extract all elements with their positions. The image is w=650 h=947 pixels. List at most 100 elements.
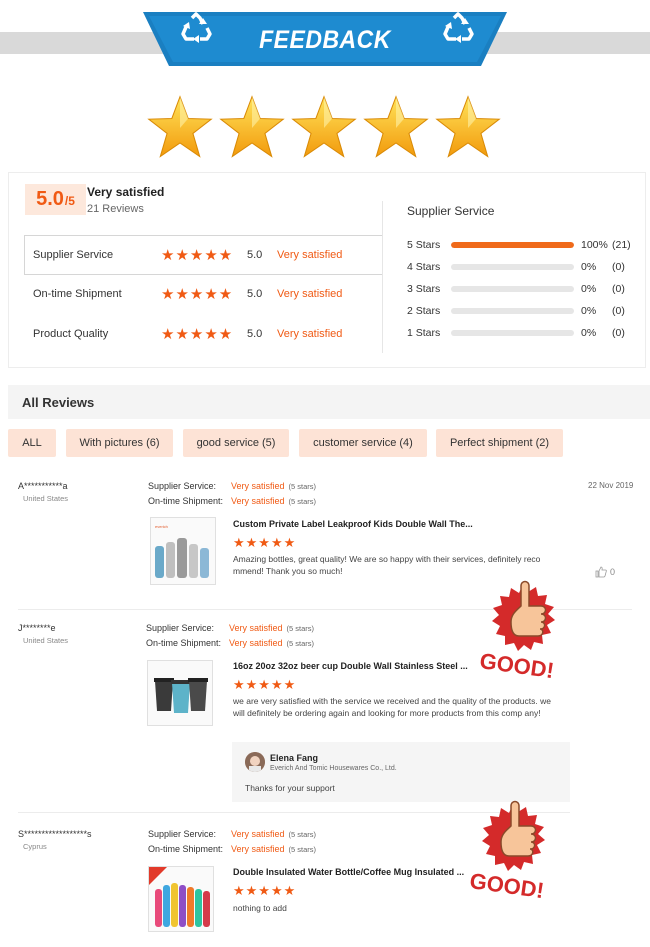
- shipment-rating: On-time Shipment: Very satisfied (5 star…: [146, 638, 314, 649]
- distribution-bar: [451, 242, 574, 248]
- all-reviews-header: All Reviews: [8, 385, 650, 419]
- all-reviews-title: All Reviews: [22, 395, 95, 410]
- meta-label: On-time Shipment:: [148, 844, 224, 854]
- score-value: 5.0: [36, 188, 64, 210]
- star-level-label: 5 Stars: [407, 239, 441, 251]
- summary-divider: [382, 201, 383, 353]
- reviewer-name: J********e: [18, 623, 56, 633]
- category-value: 5.0: [247, 249, 263, 261]
- filter-chip-all[interactable]: ALL: [8, 429, 56, 457]
- star-level-label: 4 Stars: [407, 261, 441, 273]
- meta-value: Very satisfied: [231, 496, 285, 506]
- meta-label: Supplier Service:: [148, 481, 217, 491]
- meta-value: Very satisfied: [229, 623, 283, 633]
- category-stars: ★★★★★: [161, 326, 234, 343]
- rating-summary: 5.0/5 Very satisfied 21 Reviews Supplier…: [8, 172, 646, 368]
- review-text: we are very satisfied with the service w…: [233, 696, 551, 718]
- category-text: Very satisfied: [277, 328, 343, 340]
- big-star-icon: [291, 95, 357, 158]
- supplier-service-rating: Supplier Service: Very satisfied (5 star…: [146, 623, 314, 634]
- like-count: 0: [610, 567, 616, 577]
- big-star-icon: [219, 95, 285, 158]
- distribution-percent: 0%: [581, 327, 597, 339]
- category-row-on-time-shipment: On-time Shipment ★★★★★ 5.0 Very satisfie…: [33, 284, 373, 304]
- meta-note: (5 stars): [288, 482, 317, 491]
- recycle-icon: [443, 12, 474, 43]
- star-level-label: 1 Stars: [407, 327, 441, 339]
- avatar-image: [245, 752, 265, 772]
- meta-note: (5 stars): [286, 639, 315, 648]
- summary-title: Very satisfied: [87, 185, 165, 199]
- reply-company: Everich And Tomic Housewares Co., Ltd.: [270, 765, 397, 772]
- meta-value: Very satisfied: [231, 844, 285, 854]
- meta-label: On-time Shipment:: [146, 638, 222, 648]
- distribution-bar: [451, 286, 574, 292]
- distribution-row: 3 Stars 0% (0): [407, 282, 639, 296]
- supplier-service-rating: Supplier Service: Very satisfied (5 star…: [148, 481, 316, 492]
- meta-note: (5 stars): [286, 624, 315, 633]
- tumblers-image: [148, 661, 212, 725]
- like-button[interactable]: 0: [595, 566, 615, 578]
- bottles-image: everich: [151, 518, 215, 584]
- distribution-count: (0): [612, 327, 625, 339]
- star-level-label: 2 Stars: [407, 305, 441, 317]
- distribution-percent: 0%: [581, 305, 597, 317]
- category-value: 5.0: [247, 288, 263, 300]
- score-badge: 5.0/5: [25, 184, 86, 215]
- reply-author: Elena Fang: [270, 753, 319, 763]
- meta-value: Very satisfied: [229, 638, 283, 648]
- distribution-count: (0): [612, 283, 625, 295]
- shipment-rating: On-time Shipment: Very satisfied (5 star…: [148, 844, 316, 855]
- distribution-bar: [451, 330, 574, 336]
- distribution-bar: [451, 308, 574, 314]
- distribution-row: 5 Stars 100% (21): [407, 238, 639, 252]
- reviewer-country: United States: [23, 636, 69, 645]
- product-thumbnail[interactable]: [148, 866, 214, 932]
- category-text: Very satisfied: [277, 249, 343, 261]
- reviewer-name: A***********a: [18, 481, 68, 491]
- distribution-percent: 0%: [581, 283, 597, 295]
- sticker-text: GOOD!: [478, 648, 555, 683]
- meta-label: On-time Shipment:: [148, 496, 224, 506]
- filter-chip-good-service[interactable]: good service (5): [183, 429, 289, 457]
- feedback-banner: FEEDBACK: [143, 12, 507, 66]
- distribution-bar: [451, 264, 574, 270]
- product-thumbnail[interactable]: everich: [150, 517, 216, 585]
- category-label: Supplier Service: [33, 249, 114, 261]
- distribution-row: 1 Stars 0% (0): [407, 326, 639, 340]
- product-title[interactable]: Custom Private Label Leakproof Kids Doub…: [233, 519, 473, 529]
- star-level-label: 3 Stars: [407, 283, 441, 295]
- category-row-product-quality: Product Quality ★★★★★ 5.0 Very satisfied: [33, 324, 373, 344]
- meta-label: Supplier Service:: [146, 623, 215, 633]
- big-star-icon: [147, 95, 213, 158]
- meta-note: (5 stars): [288, 845, 317, 854]
- supplier-service-rating: Supplier Service: Very satisfied (5 star…: [148, 829, 316, 840]
- distribution-percent: 100%: [581, 239, 608, 251]
- category-stars: ★★★★★: [161, 247, 234, 264]
- shipment-rating: On-time Shipment: Very satisfied (5 star…: [148, 496, 316, 507]
- filter-chip-perfect-shipment[interactable]: Perfect shipment (2): [436, 429, 563, 457]
- distribution-count: (0): [612, 261, 625, 273]
- reviewer-country: United States: [23, 494, 69, 503]
- product-title[interactable]: 16oz 20oz 32oz beer cup Double Wall Stai…: [233, 661, 468, 671]
- reviewer-name: S******************s: [18, 829, 92, 839]
- distribution-row: 2 Stars 0% (0): [407, 304, 639, 318]
- meta-note: (5 stars): [288, 830, 317, 839]
- thumbs-up-icon: [595, 566, 607, 578]
- category-label: On-time Shipment: [33, 288, 122, 300]
- reviewer-country: Cyprus: [23, 842, 47, 851]
- filter-chip-with-pictures[interactable]: With pictures (6): [66, 429, 173, 457]
- product-thumbnail[interactable]: [147, 660, 213, 726]
- reply-text: Thanks for your support: [245, 783, 335, 793]
- big-star-icon: [363, 95, 429, 158]
- filter-chip-customer-service[interactable]: customer service (4): [299, 429, 427, 457]
- distribution-count: (0): [612, 305, 625, 317]
- meta-label: Supplier Service:: [148, 829, 217, 839]
- review-stars: ★★★★★: [233, 883, 297, 898]
- distribution-bar-fill: [451, 242, 574, 248]
- meta-note: (5 stars): [288, 497, 317, 506]
- good-thumbs-up-sticker: GOOD!: [468, 800, 545, 903]
- product-title[interactable]: Double Insulated Water Bottle/Coffee Mug…: [233, 867, 464, 877]
- category-row-supplier-service: Supplier Service ★★★★★ 5.0 Very satisfie…: [33, 245, 373, 265]
- big-rating-stars: [146, 92, 506, 172]
